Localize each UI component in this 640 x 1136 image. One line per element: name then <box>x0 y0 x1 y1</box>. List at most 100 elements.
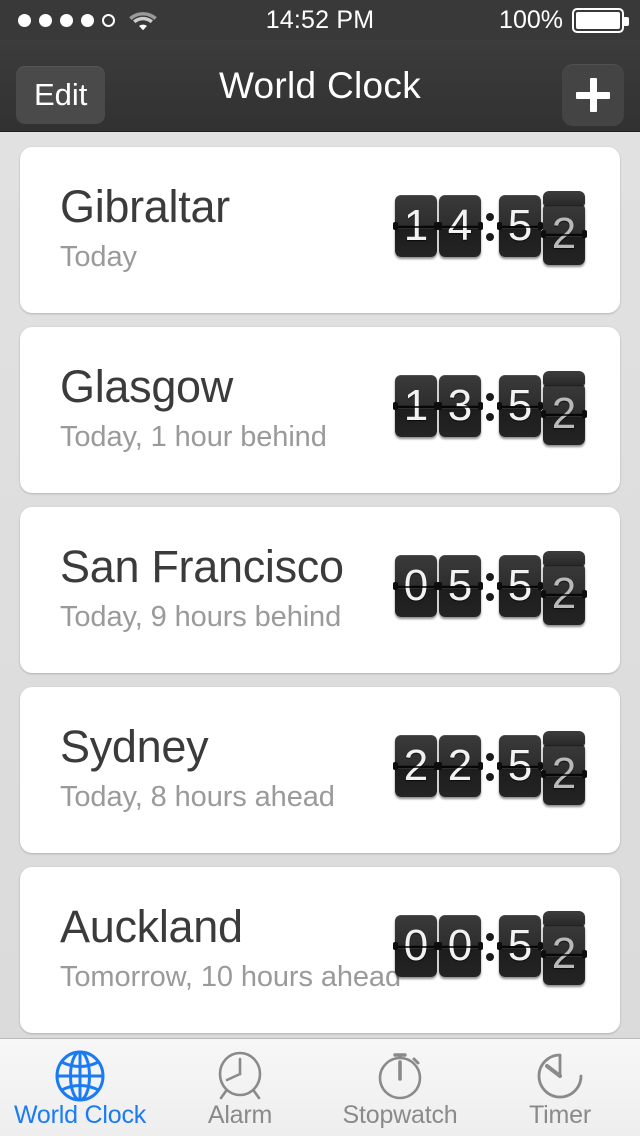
timer-icon <box>533 1049 587 1103</box>
flip-pin-left <box>393 402 398 410</box>
flip-pin-right <box>478 582 483 590</box>
city-name: Gibraltar <box>60 181 230 232</box>
flip-clock: 1352 <box>393 371 587 445</box>
flip-digit: 2 <box>541 551 587 625</box>
flip-split-line <box>543 954 585 956</box>
flip-clock: 2252 <box>393 731 587 805</box>
flip-digit: 0 <box>393 555 439 617</box>
flip-pin-left <box>497 402 502 410</box>
alarm-clock-icon <box>213 1049 267 1103</box>
flip-pin-right <box>538 762 543 770</box>
tab-label: Timer <box>529 1101 591 1129</box>
flip-digit: 5 <box>437 555 483 617</box>
flip-digit: 5 <box>497 555 543 617</box>
page-title: World Clock <box>218 65 422 106</box>
clock-colon <box>483 555 497 617</box>
flip-split-line <box>395 406 437 408</box>
flip-pin-left <box>541 770 546 778</box>
flip-digit: 3 <box>437 375 483 437</box>
clock-colon <box>483 915 497 977</box>
flip-split-line <box>395 946 437 948</box>
flip-pin-left <box>437 222 442 230</box>
navigation-bar: Edit World Clock <box>0 40 640 132</box>
clock-subtitle: Today, 1 hour behind <box>60 421 327 453</box>
world-clock-list[interactable]: Gibraltar Today 1 4 5 2 Glasgow Today, 1 hour b… <box>0 133 640 1136</box>
clock-row[interactable]: San Francisco Today, 9 hours behind 0 5 5 2 <box>20 507 620 673</box>
colon-dot-top <box>486 933 494 941</box>
flip-digit: 2 <box>541 371 587 445</box>
flip-pin-left <box>437 402 442 410</box>
clock-subtitle: Today, 8 hours ahead <box>60 781 335 813</box>
flip-split-line <box>543 234 585 236</box>
tab-label: World Clock <box>13 1101 147 1129</box>
colon-dot-bottom <box>486 953 494 961</box>
flip-pin-right <box>538 942 543 950</box>
add-city-button[interactable] <box>562 64 624 126</box>
globe-icon <box>53 1049 107 1103</box>
flip-digit: 5 <box>497 735 543 797</box>
clock-row[interactable]: Gibraltar Today 1 4 5 2 <box>20 147 620 313</box>
clock-subtitle: Today <box>60 241 137 273</box>
clock-colon <box>483 375 497 437</box>
flip-split-line <box>543 774 585 776</box>
flip-pin-left <box>497 582 502 590</box>
flip-split-line <box>439 226 481 228</box>
flip-split-line <box>499 946 541 948</box>
flip-digit: 0 <box>393 915 439 977</box>
flip-split-line <box>499 766 541 768</box>
clock-subtitle: Today, 9 hours behind <box>60 601 342 633</box>
colon-dot-bottom <box>486 593 494 601</box>
city-name: Glasgow <box>60 361 233 412</box>
tab-alarm[interactable]: Alarm <box>160 1039 320 1136</box>
colon-dot-top <box>486 753 494 761</box>
city-name: Sydney <box>60 721 209 772</box>
tab-world-clock[interactable]: World Clock <box>0 1039 160 1136</box>
flip-pin-right <box>478 402 483 410</box>
flip-split-line <box>439 766 481 768</box>
flip-pin-left <box>393 762 398 770</box>
city-name: Auckland <box>60 901 243 952</box>
colon-dot-bottom <box>486 233 494 241</box>
flip-pin-left <box>497 942 502 950</box>
flip-digit: 2 <box>437 735 483 797</box>
flip-pin-right <box>582 950 587 958</box>
flip-pin-right <box>582 770 587 778</box>
flip-pin-left <box>497 762 502 770</box>
tab-bar: World Clock Alarm Stopwatch Timer <box>0 1038 640 1136</box>
flip-pin-right <box>478 762 483 770</box>
flip-digit: 2 <box>393 735 439 797</box>
world-clock-screen: 14:52 PM 100% Edit World Clock Gibraltar… <box>0 0 640 1136</box>
flip-split-line <box>395 226 437 228</box>
plus-icon-vertical <box>589 78 597 112</box>
flip-pin-left <box>393 942 398 950</box>
flip-pin-left <box>437 762 442 770</box>
tab-timer[interactable]: Timer <box>480 1039 640 1136</box>
clock-row[interactable]: Sydney Today, 8 hours ahead 2 2 5 2 <box>20 687 620 853</box>
flip-pin-right <box>478 942 483 950</box>
flip-split-line <box>543 414 585 416</box>
flip-pin-left <box>393 222 398 230</box>
flip-split-line <box>499 226 541 228</box>
flip-digit: 1 <box>393 375 439 437</box>
flip-split-line <box>439 946 481 948</box>
flip-split-line <box>499 586 541 588</box>
colon-dot-bottom <box>486 413 494 421</box>
battery-nub <box>624 16 629 26</box>
flip-split-line <box>543 594 585 596</box>
status-bar-right: 100% <box>499 0 629 40</box>
clock-colon <box>483 195 497 257</box>
flip-pin-right <box>582 590 587 598</box>
tab-stopwatch[interactable]: Stopwatch <box>320 1039 480 1136</box>
clock-colon <box>483 735 497 797</box>
flip-digit: 0 <box>437 915 483 977</box>
city-name: San Francisco <box>60 541 344 592</box>
stopwatch-icon <box>373 1049 427 1103</box>
clock-row[interactable]: Auckland Tomorrow, 10 hours ahead 0 0 5 2 <box>20 867 620 1033</box>
battery-percent-label: 100% <box>499 5 563 34</box>
colon-dot-bottom <box>486 773 494 781</box>
clock-row[interactable]: Glasgow Today, 1 hour behind 1 3 5 2 <box>20 327 620 493</box>
flip-pin-right <box>538 582 543 590</box>
flip-pin-left <box>541 410 546 418</box>
flip-split-line <box>499 406 541 408</box>
flip-pin-right <box>538 402 543 410</box>
